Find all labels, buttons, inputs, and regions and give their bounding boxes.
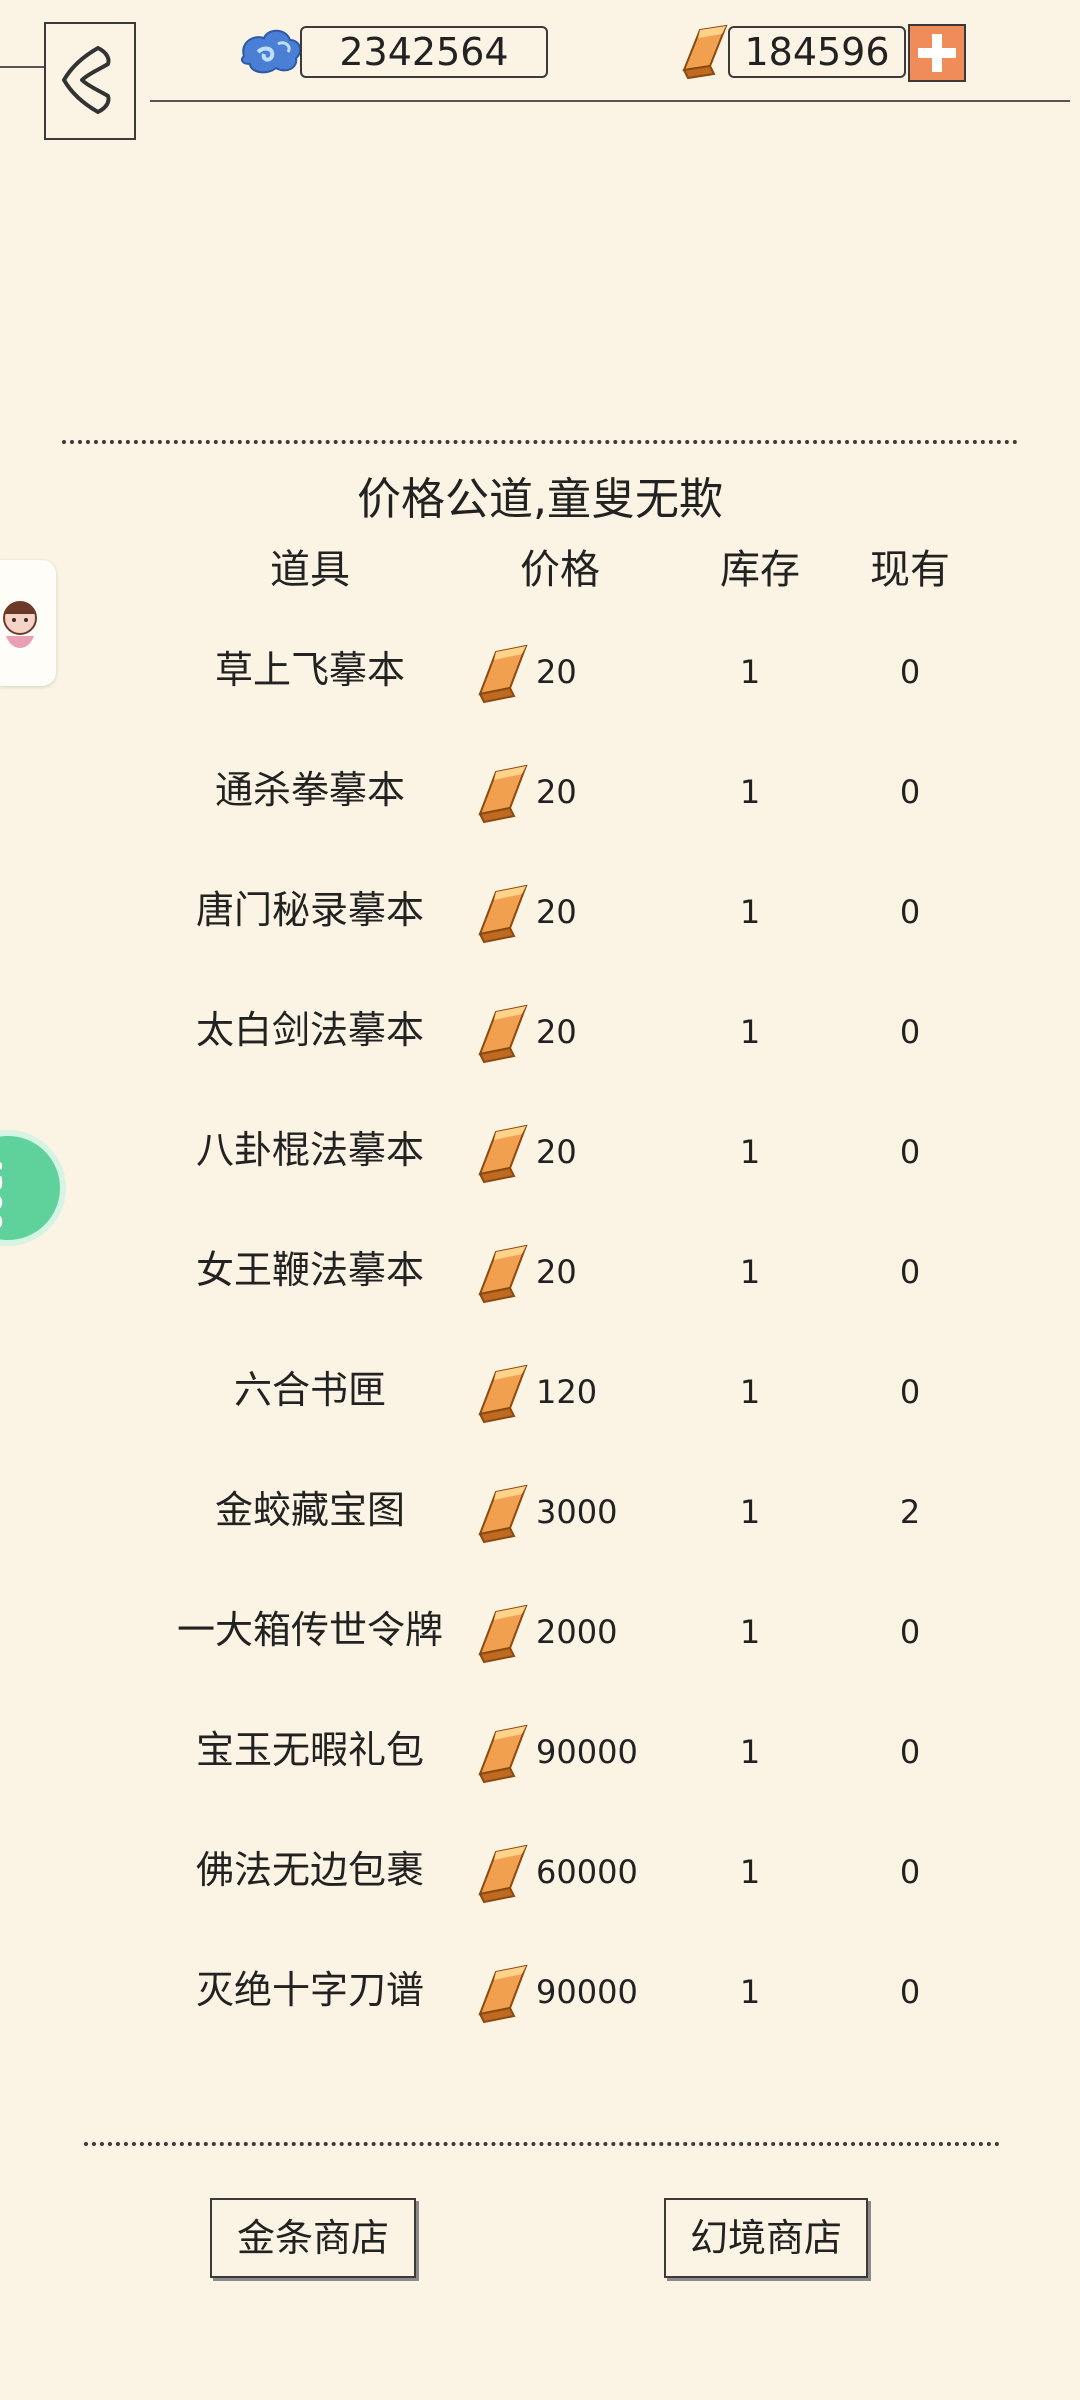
item-name: 灭绝十字刀谱 <box>195 1968 424 2012</box>
item-stock: 1 <box>739 1973 761 2011</box>
item-stock: 1 <box>739 773 761 811</box>
column-header-owned: 现有 <box>870 547 950 593</box>
item-price: 20 <box>536 893 577 931</box>
gold-bar-icon <box>474 1480 532 1548</box>
item-stock: 1 <box>739 1013 761 1051</box>
item-stock: 1 <box>739 1733 761 1771</box>
shop-item-row[interactable]: 女王鞭法摹本 20 1 0 <box>0 1218 1080 1338</box>
gold-balance: 184596 <box>728 26 906 78</box>
column-header-stock: 库存 <box>720 547 800 593</box>
item-owned: 0 <box>899 1733 921 1771</box>
fantasy-shop-button[interactable]: 幻境商店 <box>664 2198 868 2278</box>
cloud-coin-icon <box>241 29 302 74</box>
shop-item-row[interactable]: 草上飞摹本 20 1 0 <box>0 618 1080 738</box>
item-owned: 0 <box>899 893 921 931</box>
item-name: 八卦棍法摹本 <box>195 1128 424 1172</box>
item-owned: 0 <box>899 653 921 691</box>
item-owned: 0 <box>899 1853 921 1891</box>
gold-bar-icon <box>474 880 532 948</box>
divider-dotted-top <box>62 440 1018 444</box>
item-stock: 1 <box>739 1853 761 1891</box>
shop-item-row[interactable]: 宝玉无暇礼包 90000 1 0 <box>0 1698 1080 1818</box>
gold-bar-icon <box>474 1840 532 1908</box>
item-stock: 1 <box>739 1373 761 1411</box>
back-arrow-icon <box>62 46 111 114</box>
add-gold-button[interactable] <box>908 24 966 82</box>
shop-item-row[interactable]: 唐门秘录摹本 20 1 0 <box>0 858 1080 978</box>
gold-bar-icon <box>474 1360 532 1428</box>
item-name: 女王鞭法摹本 <box>195 1248 424 1292</box>
gold-bar-icon <box>474 640 532 708</box>
top-divider-left <box>0 66 44 68</box>
item-owned: 0 <box>899 1613 921 1651</box>
item-price: 60000 <box>536 1853 638 1891</box>
item-owned: 2 <box>899 1493 921 1531</box>
item-stock: 1 <box>739 1613 761 1651</box>
item-owned: 0 <box>899 1133 921 1171</box>
item-stock: 1 <box>739 653 761 691</box>
shop-item-row[interactable]: 通杀拳摹本 20 1 0 <box>0 738 1080 858</box>
item-name: 草上飞摹本 <box>214 648 405 692</box>
item-owned: 0 <box>899 1973 921 2011</box>
shop-item-row[interactable]: 一大箱传世令牌 2000 1 0 <box>0 1578 1080 1698</box>
item-owned: 0 <box>899 773 921 811</box>
item-price: 20 <box>536 653 577 691</box>
item-name: 太白剑法摹本 <box>195 1008 424 1052</box>
item-name: 佛法无边包裹 <box>195 1848 424 1892</box>
shop-item-row[interactable]: 灭绝十字刀谱 90000 1 0 <box>0 1938 1080 2058</box>
gold-bar-icon <box>474 1000 532 1068</box>
item-owned: 0 <box>899 1373 921 1411</box>
item-stock: 1 <box>739 1253 761 1291</box>
item-stock: 1 <box>739 1133 761 1171</box>
item-name: 通杀拳摹本 <box>214 768 405 812</box>
gold-bar-icon <box>474 760 532 828</box>
item-stock: 1 <box>739 893 761 931</box>
shop-item-row[interactable]: 八卦棍法摹本 20 1 0 <box>0 1098 1080 1218</box>
item-price: 20 <box>536 1133 577 1171</box>
coin-balance: 2342564 <box>300 26 548 78</box>
item-price: 90000 <box>536 1973 638 2011</box>
gold-bar-icon <box>474 1120 532 1188</box>
item-price: 20 <box>536 773 577 811</box>
item-name: 六合书匣 <box>233 1368 386 1412</box>
shop-slogan: 价格公道,童叟无欺 <box>357 474 723 525</box>
item-name: 一大箱传世令牌 <box>176 1608 443 1652</box>
shop-item-row[interactable]: 太白剑法摹本 20 1 0 <box>0 978 1080 1098</box>
item-name: 金蛟藏宝图 <box>214 1488 405 1532</box>
shop-item-row[interactable]: 六合书匣 120 1 0 <box>0 1338 1080 1458</box>
gold-bar-icon <box>474 1960 532 2028</box>
item-stock: 1 <box>739 1493 761 1531</box>
item-price: 3000 <box>536 1493 618 1531</box>
gold-bar-icon <box>474 1240 532 1308</box>
shop-item-row[interactable]: 金蛟藏宝图 3000 1 2 <box>0 1458 1080 1578</box>
item-price: 20 <box>536 1253 577 1291</box>
item-owned: 0 <box>899 1253 921 1291</box>
item-price: 2000 <box>536 1613 618 1651</box>
gold-shop-button[interactable]: 金条商店 <box>210 2198 416 2278</box>
divider-dotted-bottom <box>84 2142 1000 2146</box>
top-divider <box>150 100 1070 102</box>
item-owned: 0 <box>899 1013 921 1051</box>
column-header-item: 道具 <box>270 547 350 593</box>
shop-item-row[interactable]: 佛法无边包裹 60000 1 0 <box>0 1818 1080 1938</box>
item-price: 90000 <box>536 1733 638 1771</box>
gold-bar-icon <box>682 24 728 80</box>
item-name: 宝玉无暇礼包 <box>195 1728 424 1772</box>
gold-bar-icon <box>474 1720 532 1788</box>
gold-bar-icon <box>474 1600 532 1668</box>
item-price: 120 <box>536 1373 598 1411</box>
back-button[interactable] <box>44 22 136 140</box>
item-name: 唐门秘录摹本 <box>195 888 424 932</box>
item-price: 20 <box>536 1013 577 1051</box>
column-header-price: 价格 <box>520 547 600 593</box>
